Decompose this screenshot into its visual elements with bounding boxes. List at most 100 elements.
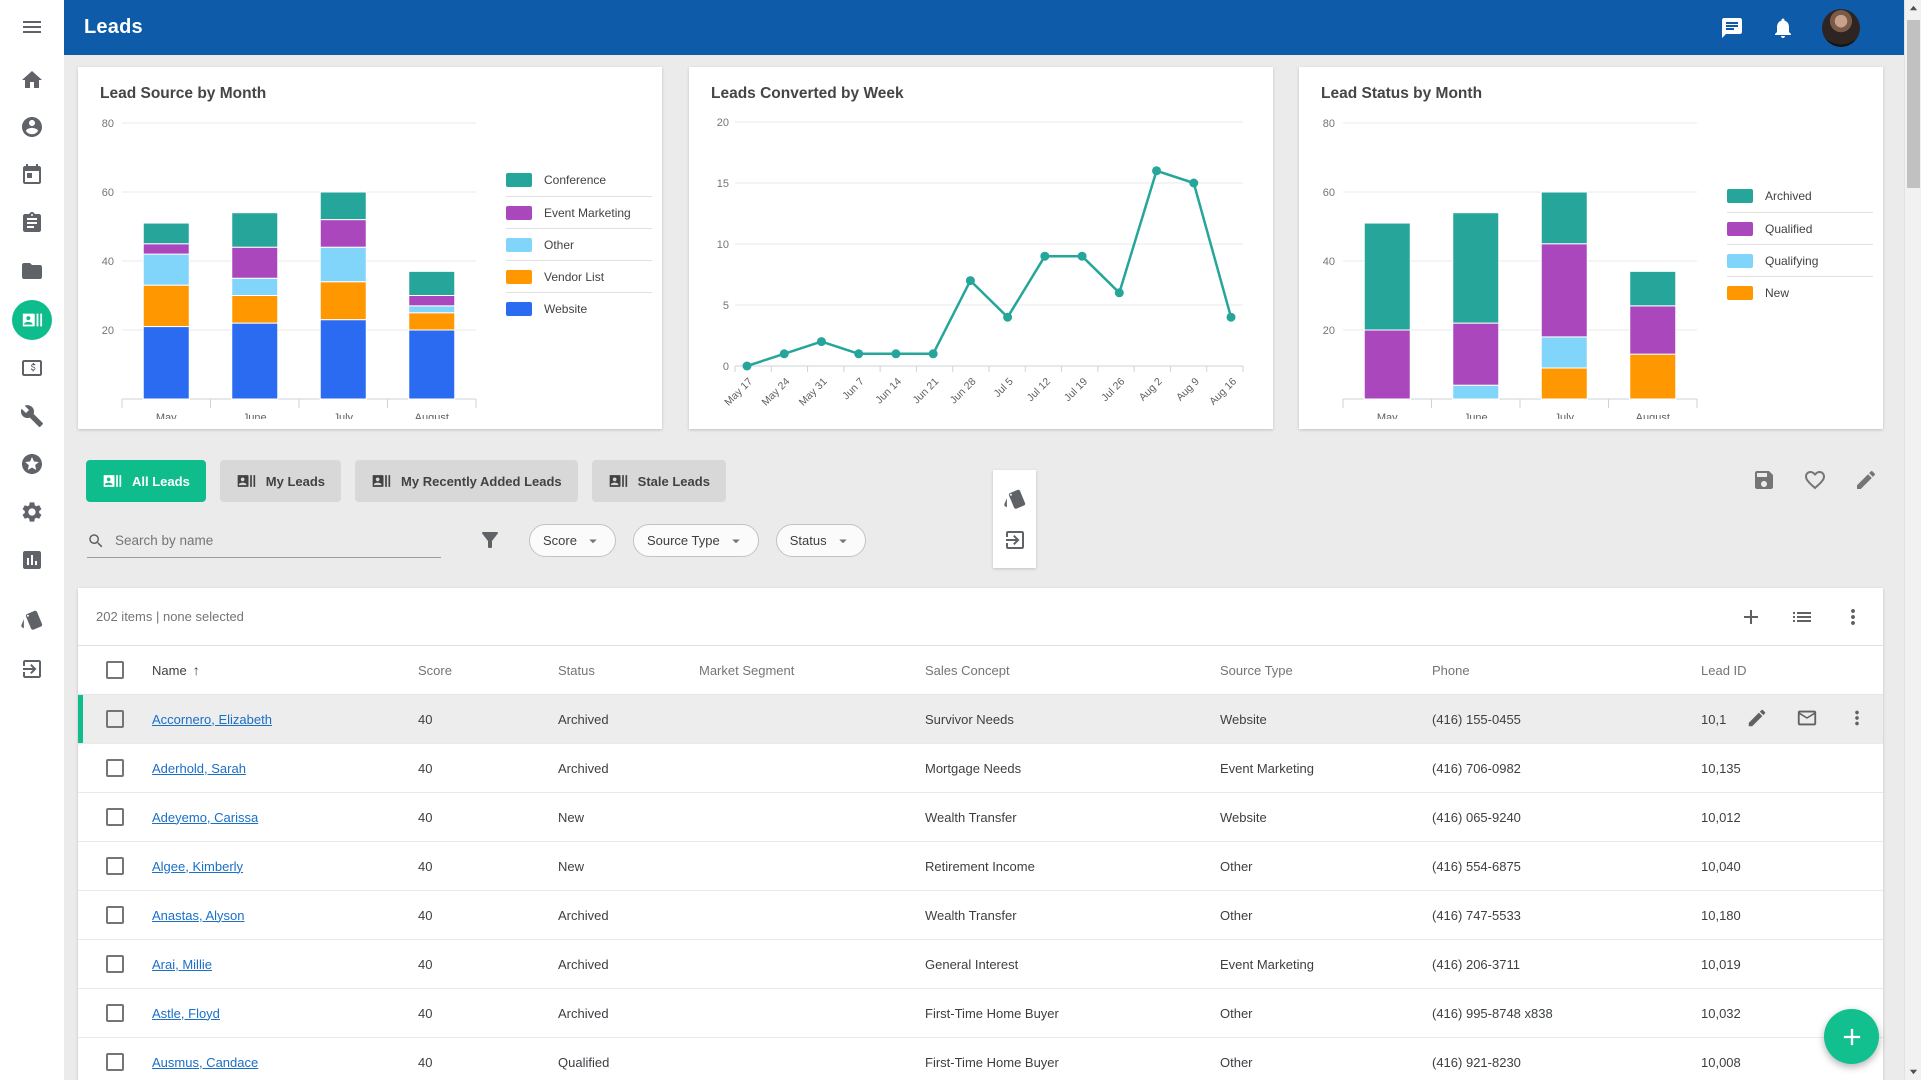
lead-view-buttons: All Leads My Leads My Recently Added Lea… — [86, 460, 726, 502]
lead-name-link[interactable]: Anastas, Alyson — [152, 908, 418, 923]
home-icon[interactable] — [20, 68, 44, 92]
row-checkbox[interactable] — [106, 1053, 124, 1071]
svg-text:Jul 26: Jul 26 — [1099, 376, 1127, 404]
tasks-clipboard-icon[interactable] — [20, 211, 44, 235]
column-header-status[interactable]: Status — [558, 663, 699, 678]
select-all-checkbox[interactable] — [106, 661, 124, 679]
billing-dollar-icon[interactable] — [20, 356, 44, 380]
column-header-name[interactable]: Name↑ — [152, 662, 418, 678]
table-row[interactable]: Accornero, Elizabeth 40 Archived Survivo… — [78, 695, 1883, 744]
column-header-score[interactable]: Score — [418, 663, 558, 678]
menu-icon[interactable] — [20, 15, 44, 39]
legend-item-qualifying[interactable]: Qualifying — [1727, 244, 1873, 276]
tags-icon[interactable] — [20, 608, 44, 632]
exit-icon[interactable] — [1003, 528, 1027, 552]
view-button-my-leads[interactable]: My Leads — [220, 460, 341, 502]
notifications-bell-icon[interactable] — [1771, 16, 1795, 40]
row-checkbox[interactable] — [106, 808, 124, 826]
lead-sales-concept: First-Time Home Buyer — [925, 1006, 1220, 1021]
lead-name-link[interactable]: Adeyemo, Carissa — [152, 810, 418, 825]
table-row[interactable]: Astle, Floyd 40 Archived First-Time Home… — [78, 989, 1883, 1038]
column-header-source-type[interactable]: Source Type — [1220, 663, 1432, 678]
lead-name-link[interactable]: Accornero, Elizabeth — [152, 712, 418, 727]
legend-item-conference[interactable]: Conference — [506, 164, 652, 196]
row-checkbox[interactable] — [106, 710, 124, 728]
add-plus-icon[interactable] — [1739, 605, 1763, 629]
column-header-sales-concept[interactable]: Sales Concept — [925, 663, 1220, 678]
table-row[interactable]: Aderhold, Sarah 40 Archived Mortgage Nee… — [78, 744, 1883, 793]
svg-text:Jun 14: Jun 14 — [873, 376, 904, 407]
row-checkbox[interactable] — [106, 906, 124, 924]
add-lead-fab[interactable] — [1824, 1009, 1879, 1064]
lead-id: 10,1 — [1701, 712, 1726, 727]
table-row[interactable]: Adeyemo, Carissa 40 New Wealth Transfer … — [78, 793, 1883, 842]
legend-item-archived[interactable]: Archived — [1727, 180, 1873, 212]
email-envelope-icon[interactable] — [1795, 707, 1819, 731]
goals-star-icon[interactable] — [20, 452, 44, 476]
lead-source-type: Website — [1220, 810, 1432, 825]
contacts-icon — [608, 471, 628, 491]
filter-chip-source-type[interactable]: Source Type — [633, 524, 759, 557]
filter-chip-score[interactable]: Score — [529, 524, 616, 557]
row-checkbox[interactable] — [106, 759, 124, 777]
user-avatar[interactable] — [1822, 9, 1860, 47]
filter-chips: Score Source Type Status — [529, 524, 866, 557]
favorite-heart-icon[interactable] — [1803, 468, 1827, 492]
svg-text:60: 60 — [1323, 187, 1335, 199]
exit-icon[interactable] — [20, 657, 44, 681]
view-list-icon[interactable] — [1790, 605, 1814, 629]
table-row[interactable]: Arai, Millie 40 Archived General Interes… — [78, 940, 1883, 989]
edit-pencil-icon[interactable] — [1745, 707, 1769, 731]
chevron-down-icon — [584, 532, 602, 550]
save-icon[interactable] — [1752, 468, 1776, 492]
scrollbar-thumb[interactable] — [1907, 20, 1920, 188]
account-icon[interactable] — [20, 115, 44, 139]
legend-item-vendor-list[interactable]: Vendor List — [506, 260, 652, 292]
edit-pencil-icon[interactable] — [1854, 468, 1878, 492]
row-checkbox[interactable] — [106, 955, 124, 973]
legend-item-new[interactable]: New — [1727, 276, 1873, 308]
view-button-my-recently-added-leads[interactable]: My Recently Added Leads — [355, 460, 578, 502]
settings-gear-icon[interactable] — [20, 500, 44, 524]
filter-chip-status[interactable]: Status — [776, 524, 866, 557]
search-input[interactable] — [115, 533, 405, 548]
filter-funnel-icon[interactable] — [477, 528, 503, 554]
table-row[interactable]: Algee, Kimberly 40 New Retirement Income… — [78, 842, 1883, 891]
tools-wrench-icon[interactable] — [20, 404, 44, 428]
column-header-market-segment[interactable]: Market Segment — [699, 663, 925, 678]
scroll-down-arrow[interactable] — [1905, 1063, 1921, 1080]
legend-item-event-marketing[interactable]: Event Marketing — [506, 196, 652, 228]
chat-icon[interactable] — [1720, 16, 1744, 40]
view-button-stale-leads[interactable]: Stale Leads — [592, 460, 726, 502]
lead-sales-concept: Survivor Needs — [925, 712, 1220, 727]
lead-name-link[interactable]: Ausmus, Candace — [152, 1055, 418, 1070]
documents-folder-icon[interactable] — [20, 259, 44, 283]
legend-item-qualified[interactable]: Qualified — [1727, 212, 1873, 244]
lead-name-link[interactable]: Aderhold, Sarah — [152, 761, 418, 776]
legend-item-other[interactable]: Other — [506, 228, 652, 260]
column-header-lead-id[interactable]: Lead ID — [1701, 663, 1883, 678]
scroll-up-arrow[interactable] — [1905, 0, 1921, 17]
leads-contacts-icon-active[interactable] — [12, 300, 52, 340]
page-scrollbar[interactable] — [1904, 0, 1921, 1080]
calendar-icon[interactable] — [20, 163, 44, 187]
legend-item-website[interactable]: Website — [506, 292, 652, 324]
tags-icon[interactable] — [1003, 487, 1027, 511]
lead-id: 10,180 — [1701, 908, 1741, 923]
lead-name-link[interactable]: Astle, Floyd — [152, 1006, 418, 1021]
svg-text:July: July — [333, 412, 353, 419]
lead-name-link[interactable]: Arai, Millie — [152, 957, 418, 972]
view-button-all-leads[interactable]: All Leads — [86, 460, 206, 502]
row-checkbox[interactable] — [106, 857, 124, 875]
lead-name-link[interactable]: Algee, Kimberly — [152, 859, 418, 874]
reports-chart-icon[interactable] — [20, 548, 44, 572]
row-checkbox[interactable] — [106, 1004, 124, 1022]
kebab-menu-icon[interactable] — [1841, 605, 1865, 629]
table-row[interactable]: Anastas, Alyson 40 Archived Wealth Trans… — [78, 891, 1883, 940]
table-row[interactable]: Ausmus, Candace 40 Qualified First-Time … — [78, 1038, 1883, 1080]
chart-card-lead-source: Lead Source by Month 20406080MayJuneJuly… — [78, 67, 662, 429]
column-header-phone[interactable]: Phone — [1432, 663, 1701, 678]
page-title: Leads — [84, 16, 143, 39]
kebab-menu-icon[interactable] — [1845, 707, 1869, 731]
chart-legend: ArchivedQualifiedQualifyingNew — [1727, 180, 1873, 308]
